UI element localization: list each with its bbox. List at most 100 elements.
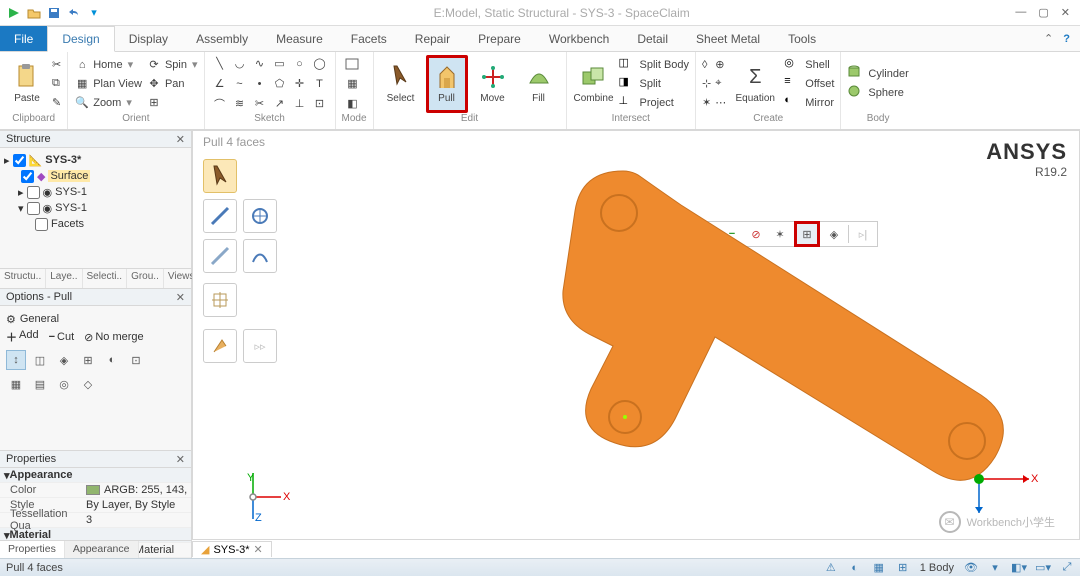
- vp-tool-e-icon[interactable]: [203, 283, 237, 317]
- copy-icon[interactable]: ⧉: [52, 75, 61, 93]
- brush-icon[interactable]: ✎: [52, 94, 61, 112]
- create-more-icon[interactable]: ⋯: [715, 94, 726, 112]
- tab-display[interactable]: Display: [115, 26, 182, 51]
- panel-close-icon[interactable]: ✕: [176, 133, 185, 146]
- mode-section-icon[interactable]: ◧: [342, 95, 364, 113]
- create-point-icon[interactable]: ✶: [702, 94, 711, 112]
- tab-sheetmetal[interactable]: Sheet Metal: [682, 26, 774, 51]
- shell-button[interactable]: Shell: [805, 56, 834, 74]
- spin-button[interactable]: ⟳Spin▾: [146, 56, 198, 74]
- tab-measure[interactable]: Measure: [262, 26, 337, 51]
- help-icon[interactable]: ?: [1063, 33, 1070, 45]
- vp-tool-b-icon[interactable]: [243, 199, 277, 233]
- point-icon[interactable]: •: [251, 75, 269, 93]
- pull-opt-7-icon[interactable]: ▦: [6, 374, 26, 394]
- circle-icon[interactable]: ○: [291, 55, 309, 73]
- panel-close-icon[interactable]: ✕: [176, 291, 185, 304]
- offset-icon[interactable]: ≋: [231, 95, 249, 113]
- equation-button[interactable]: Σ Equation: [730, 55, 780, 113]
- pull-opt-2-icon[interactable]: ◫: [30, 350, 50, 370]
- create-cs-icon[interactable]: ⌖: [715, 75, 726, 93]
- mirror-button[interactable]: Mirror: [805, 94, 834, 112]
- tab-file[interactable]: File: [0, 26, 47, 51]
- polyline-icon[interactable]: ∠: [211, 75, 229, 93]
- vp-tool-d-icon[interactable]: [243, 239, 277, 273]
- save-icon[interactable]: [46, 5, 62, 21]
- axis-icon[interactable]: ✛: [291, 75, 309, 93]
- stab-groups[interactable]: Grou..: [127, 269, 164, 288]
- prop-style[interactable]: By Layer, By Style: [86, 499, 191, 511]
- status-opt2-icon[interactable]: ▦: [872, 561, 886, 575]
- status-opt3-icon[interactable]: ⊞: [896, 561, 910, 575]
- zoom-button[interactable]: 🔍Zoom▾: [74, 94, 142, 112]
- trim-icon[interactable]: ✂: [251, 95, 269, 113]
- ribbon-collapse-icon[interactable]: ⌃: [1044, 32, 1053, 45]
- tree-root[interactable]: SYS-3*: [45, 154, 81, 166]
- fillet-icon[interactable]: ⌒: [211, 95, 229, 113]
- vp-tool-c-icon[interactable]: [203, 239, 237, 273]
- tree-check[interactable]: [27, 202, 40, 215]
- splitbody-button[interactable]: Split Body: [640, 56, 690, 74]
- status-grid-icon[interactable]: ▾: [988, 561, 1002, 575]
- project-icon[interactable]: ⊥: [291, 95, 309, 113]
- tab-prepare[interactable]: Prepare: [464, 26, 535, 51]
- status-lock-icon[interactable]: ⤢: [1060, 561, 1074, 575]
- status-warn-icon[interactable]: ⚠: [824, 561, 838, 575]
- prop-appearance-hdr[interactable]: Appearance: [10, 469, 73, 481]
- undo-icon[interactable]: [66, 5, 82, 21]
- create-plane-icon[interactable]: ◊: [702, 56, 711, 74]
- tab-close-icon[interactable]: ✕: [254, 543, 263, 556]
- cut-icon[interactable]: ✂: [52, 56, 61, 74]
- rect-icon[interactable]: ▭: [271, 55, 289, 73]
- project-button[interactable]: Project: [640, 94, 690, 112]
- fill-button[interactable]: Fill: [518, 55, 560, 113]
- cylinder-button[interactable]: Cylinder: [868, 65, 908, 83]
- vp-select-button[interactable]: [203, 159, 237, 193]
- tab-detail[interactable]: Detail: [623, 26, 682, 51]
- add-option[interactable]: ＋Add: [6, 329, 39, 345]
- constraint-icon[interactable]: ⊡: [311, 95, 329, 113]
- tab-repair[interactable]: Repair: [401, 26, 464, 51]
- options-general[interactable]: ⚙General: [6, 310, 185, 328]
- polygon-icon[interactable]: ⬠: [271, 75, 289, 93]
- minimize-button[interactable]: —: [1015, 6, 1026, 19]
- tree-item-surface[interactable]: Surface: [48, 170, 90, 182]
- orient-more-button[interactable]: ⊞: [146, 94, 198, 112]
- stab-layers[interactable]: Laye..: [46, 269, 82, 288]
- create-origin-icon[interactable]: ⊕: [715, 56, 726, 74]
- pull-opt-8-icon[interactable]: ▤: [30, 374, 50, 394]
- pan-button[interactable]: ✥Pan: [146, 75, 198, 93]
- status-render-icon[interactable]: ◧▾: [1012, 561, 1026, 575]
- sphere-button[interactable]: Sphere: [868, 84, 908, 102]
- home-button[interactable]: ⌂Home▾: [74, 56, 142, 74]
- cut-option[interactable]: −Cut: [49, 331, 75, 343]
- vp-tool-a-icon[interactable]: [203, 199, 237, 233]
- mode-3d-icon[interactable]: [342, 55, 364, 73]
- viewport[interactable]: Pull 4 faces ANSYS R19.2 ▹▹ ＋ − ⊘ ✶ ⊞ ◈ …: [192, 130, 1080, 540]
- pull-opt-5-icon[interactable]: ◐: [102, 350, 122, 370]
- tree-check[interactable]: [35, 218, 48, 231]
- tab-facets[interactable]: Facets: [337, 26, 401, 51]
- qat-dropdown-icon[interactable]: ▾: [86, 5, 102, 21]
- stab-selection[interactable]: Selecti..: [83, 269, 128, 288]
- model-geometry[interactable]: [393, 161, 1013, 501]
- prop-tess[interactable]: 3: [86, 514, 191, 526]
- pull-opt-10-icon[interactable]: ◇: [78, 374, 98, 394]
- select-button[interactable]: Select: [380, 55, 422, 113]
- ellipse-icon[interactable]: ◯: [311, 55, 329, 73]
- combine-button[interactable]: Combine: [573, 55, 615, 113]
- move-button[interactable]: Move: [472, 55, 514, 113]
- pull-opt-6-icon[interactable]: ⊡: [126, 350, 146, 370]
- pull-opt-9-icon[interactable]: ◎: [54, 374, 74, 394]
- tree-item-facets[interactable]: Facets: [51, 218, 84, 230]
- tree-item-comp1[interactable]: SYS-1: [55, 186, 87, 198]
- offset-button[interactable]: Offset: [805, 75, 834, 93]
- curve-icon[interactable]: ~: [231, 75, 249, 93]
- status-opt1-icon[interactable]: ◐: [848, 561, 862, 575]
- panel-close-icon[interactable]: ✕: [176, 453, 185, 466]
- document-tab[interactable]: ◢ SYS-3* ✕: [192, 541, 272, 557]
- structure-tree[interactable]: ▸📐SYS-3* ◆Surface ▸◉SYS-1 ▾◉SYS-1 Facets: [0, 148, 191, 268]
- tab-design[interactable]: Design: [47, 26, 114, 52]
- ptab-properties[interactable]: Properties: [0, 541, 65, 558]
- nomerge-option[interactable]: ⊘No merge: [84, 331, 144, 344]
